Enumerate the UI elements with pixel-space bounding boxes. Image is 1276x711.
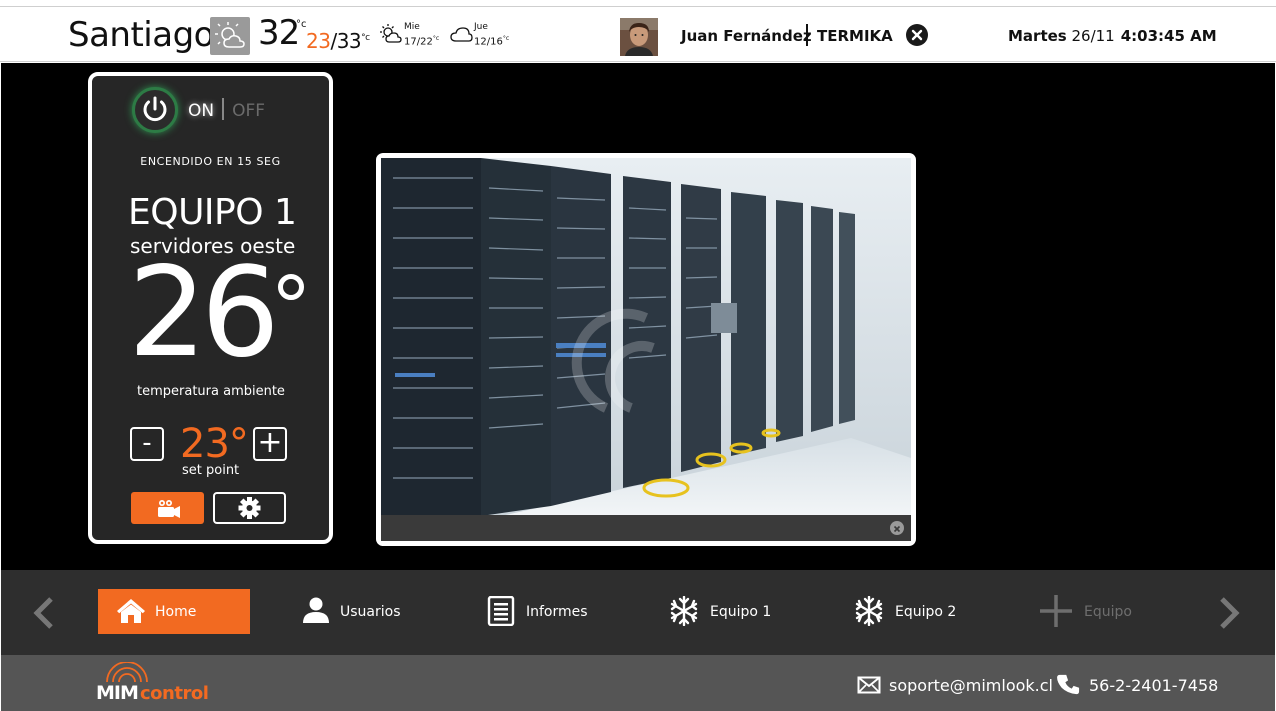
snowflake-icon bbox=[670, 596, 698, 626]
date: 26/11 bbox=[1071, 27, 1115, 45]
mail-icon bbox=[857, 676, 881, 694]
forecast-day: Mie bbox=[404, 22, 420, 32]
video-controls-bar bbox=[381, 515, 911, 541]
on-label[interactable]: ON bbox=[188, 101, 214, 121]
partly-sunny-icon bbox=[380, 24, 402, 43]
nav-item-add-equipo[interactable]: Equipo bbox=[1038, 589, 1148, 634]
divider bbox=[806, 24, 808, 46]
nav-label: Home bbox=[155, 604, 197, 620]
ambient-temperature: 26 bbox=[128, 241, 280, 385]
ambient-temperature-label: temperatura ambiente bbox=[137, 384, 285, 399]
temp-high: /33 bbox=[330, 29, 362, 53]
increase-setpoint-button[interactable]: + bbox=[253, 427, 287, 461]
nav-label: Equipo 2 bbox=[895, 604, 957, 620]
svg-text:MIM: MIM bbox=[96, 682, 138, 704]
close-icon[interactable] bbox=[906, 24, 928, 46]
temperature-range: 23/33°c bbox=[306, 29, 370, 53]
temperature-unit: °c bbox=[296, 19, 307, 30]
user-icon bbox=[303, 597, 329, 623]
company-name: TERMIKA bbox=[817, 27, 893, 45]
date-time: Martes 26/11 4:03:45 AM bbox=[1008, 27, 1217, 45]
nav-item-reports[interactable]: Informes bbox=[486, 589, 596, 634]
top-bar: Santiago 32 °c 23/33°c Mie 17/22°c Jue 1… bbox=[0, 6, 1276, 62]
nav-item-equipo-1[interactable]: Equipo 1 bbox=[669, 589, 779, 634]
snowflake-icon bbox=[855, 596, 883, 626]
nav-item-equipo-2[interactable]: Equipo 2 bbox=[854, 589, 964, 634]
gear-icon bbox=[238, 497, 261, 519]
server-room-image bbox=[381, 158, 911, 516]
power-button[interactable] bbox=[132, 87, 178, 133]
camera-button[interactable] bbox=[131, 492, 204, 524]
nav-label: Equipo bbox=[1084, 604, 1132, 620]
svg-text:control: control bbox=[140, 683, 208, 704]
setpoint-value: 23° bbox=[180, 421, 249, 467]
forecast-unit: °c bbox=[432, 35, 440, 42]
nav-label: Informes bbox=[526, 604, 588, 620]
nav-label: Equipo 1 bbox=[710, 604, 772, 620]
setpoint-label: set point bbox=[182, 463, 240, 478]
equipment-control-panel: ON OFF ENCENDIDO EN 15 SEG EQUIPO 1 servi… bbox=[88, 72, 333, 544]
nav-label: Usuarios bbox=[340, 604, 401, 620]
nav-item-users[interactable]: Usuarios bbox=[301, 589, 411, 634]
plus-icon bbox=[1040, 595, 1072, 627]
phone-text: 56-2-2401-7458 bbox=[1089, 676, 1219, 695]
document-icon bbox=[487, 596, 515, 626]
on-off-toggle[interactable]: ON OFF bbox=[188, 98, 265, 122]
nav-item-home[interactable]: Home bbox=[98, 589, 250, 634]
temp-low: 23 bbox=[306, 29, 331, 53]
home-icon bbox=[117, 599, 145, 623]
video-camera-icon bbox=[158, 500, 180, 518]
forecast-wednesday: Mie 17/22°c bbox=[379, 21, 449, 51]
forecast-range-value: 12/16 bbox=[474, 36, 503, 48]
temp-range-unit: °c bbox=[361, 33, 370, 43]
camera-feed-window bbox=[376, 153, 916, 546]
current-temperature: 32 bbox=[258, 13, 300, 53]
forecast-range: 17/22°c bbox=[404, 35, 439, 47]
email-text: soporte@mimlook.cl bbox=[889, 676, 1053, 695]
day-of-week: Martes bbox=[1008, 27, 1067, 45]
forecast-day: Jue bbox=[474, 22, 488, 32]
close-icon[interactable] bbox=[890, 521, 904, 535]
off-label[interactable]: OFF bbox=[232, 101, 265, 121]
chevron-left-icon[interactable] bbox=[29, 595, 59, 631]
mimcontrol-logo: MIM control bbox=[93, 661, 243, 706]
power-icon bbox=[143, 96, 167, 122]
forecast-thursday: Jue 12/16°c bbox=[449, 21, 519, 51]
forecast-range: 12/16°c bbox=[474, 35, 509, 47]
user-avatar[interactable] bbox=[620, 18, 658, 56]
city-name: Santiago bbox=[68, 15, 214, 55]
cloud-icon bbox=[450, 27, 473, 42]
user-name: Juan Fernández bbox=[681, 27, 812, 45]
degree-symbol bbox=[278, 274, 304, 300]
settings-button[interactable] bbox=[213, 492, 286, 524]
sun-cloud-icon bbox=[210, 17, 250, 55]
footer: MIM control soporte@mimlook.cl 56-2-2401… bbox=[1, 655, 1275, 711]
forecast-range-value: 17/22 bbox=[404, 36, 433, 48]
phone-icon bbox=[1057, 674, 1080, 695]
bottom-navigation: Home Usuarios Informes Equipo 1 Equipo 2… bbox=[1, 570, 1275, 655]
chevron-right-icon[interactable] bbox=[1214, 595, 1244, 631]
equipment-name: EQUIPO 1 bbox=[128, 192, 297, 233]
decrease-setpoint-button[interactable]: - bbox=[130, 427, 164, 461]
clock: 4:03:45 AM bbox=[1120, 27, 1217, 45]
status-text: ENCENDIDO EN 15 SEG bbox=[140, 155, 281, 168]
forecast-unit: °c bbox=[502, 35, 510, 42]
